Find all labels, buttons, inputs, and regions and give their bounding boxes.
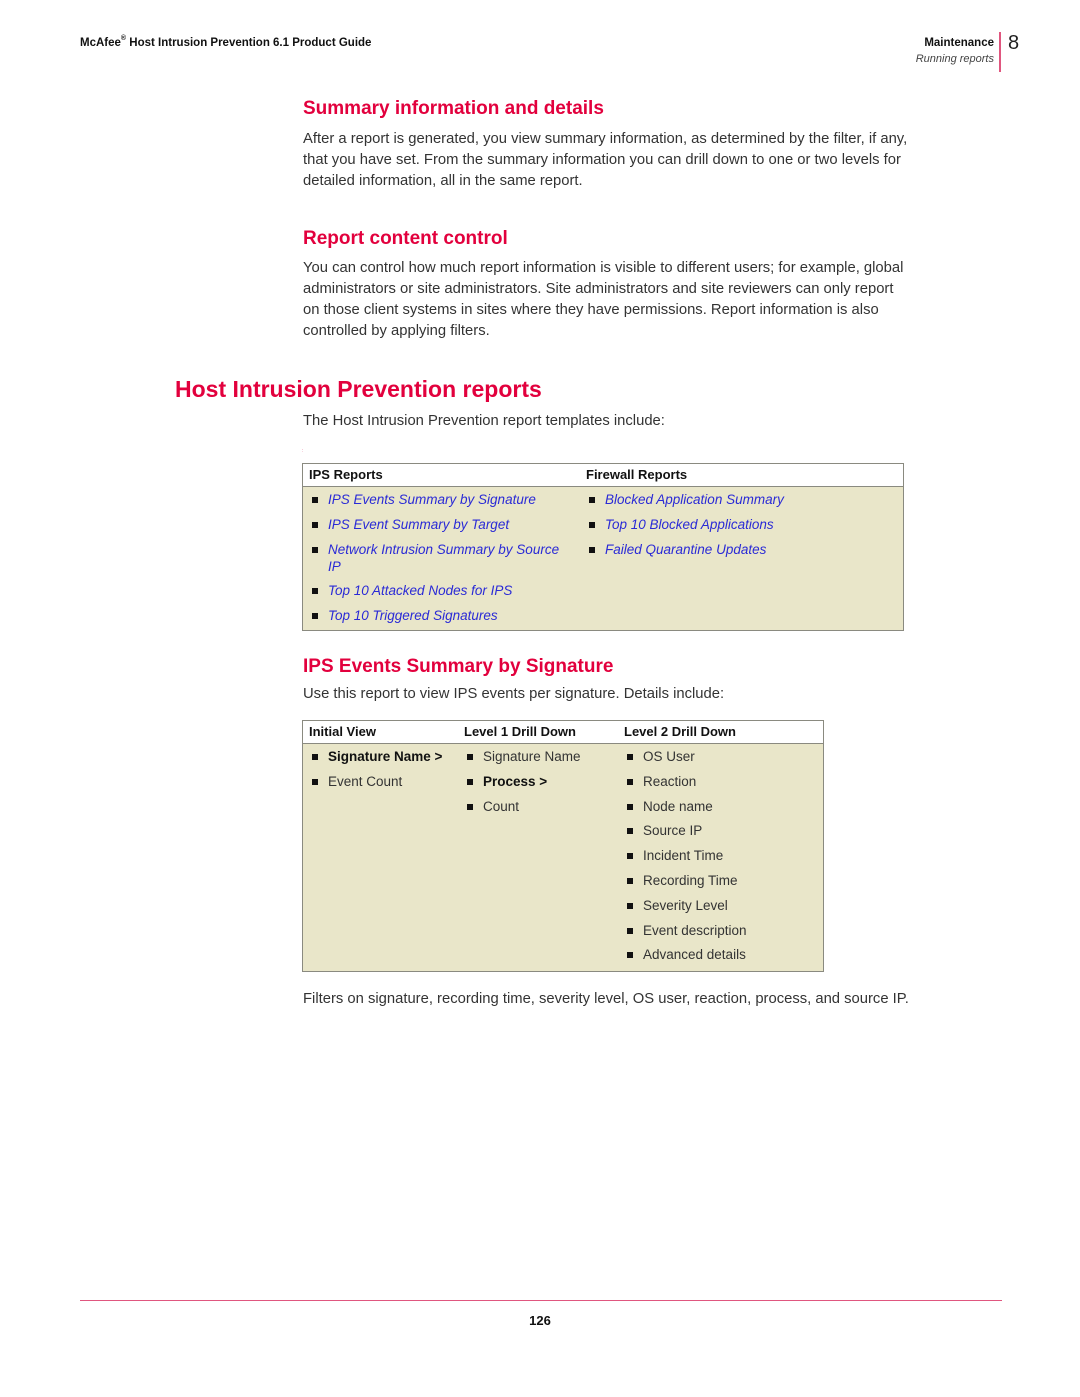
subsection-name: Running reports [915,53,994,65]
table-header-row: Initial View Level 1 Drill Down Level 2 … [302,720,824,744]
link-failed-quarantine-updates[interactable]: Failed Quarantine Updates [605,542,766,557]
column-header-ips: IPS Reports [302,463,580,487]
link-top10-triggered-signatures[interactable]: Top 10 Triggered Signatures [328,608,498,623]
link-top10-attacked-nodes[interactable]: Top 10 Attacked Nodes for IPS [328,583,512,598]
initial-view-list: Signature Name > Event Count [309,748,452,790]
list-item: Recording Time [624,872,817,889]
level2-list: OS User Reaction Node name Source IP Inc… [624,748,817,963]
filters-text: Filters on signature, recording time, se… [303,991,909,1007]
list-item: Reaction [624,773,817,790]
link-network-intrusion-summary[interactable]: Network Intrusion Summary by Source IP [328,542,559,574]
list-item: Incident Time [624,847,817,864]
ips-events-heading: IPS Events Summary by Signature [303,656,614,677]
drill-down-table: Initial View Level 1 Drill Down Level 2 … [302,720,824,973]
content-control-heading: Report content control [303,228,508,249]
list-item: Severity Level [624,897,817,914]
summary-body: After a report is generated, you view su… [303,131,908,189]
link-top10-blocked-applications[interactable]: Top 10 Blocked Applications [605,517,774,532]
list-item: IPS Events Summary by Signature [309,491,574,508]
header-divider [999,32,1001,72]
brand-name: McAfee [80,37,121,49]
page-number: 126 [529,1313,551,1328]
table-row: Signature Name > Event Count Signature N… [302,743,824,972]
level1-cell: Signature Name Process > Count [458,743,618,972]
list-item: Event description [624,922,817,939]
chapter-number: 8 [1008,32,1020,54]
hip-reports-heading: Host Intrusion Prevention reports [175,376,542,402]
list-item: Failed Quarantine Updates [586,541,897,558]
ips-reports-cell: IPS Events Summary by Signature IPS Even… [302,486,580,631]
firewall-reports-cell: Blocked Application Summary Top 10 Block… [580,486,904,631]
marker-dot: : [302,448,304,454]
table-row: IPS Events Summary by Signature IPS Even… [302,486,904,631]
table-header-row: IPS Reports Firewall Reports [302,463,904,487]
list-item: Advanced details [624,946,817,963]
list-item: Count [464,798,612,815]
running-header: Maintenance Running reports [916,37,994,65]
link-ips-event-summary-by-target[interactable]: IPS Event Summary by Target [328,517,509,532]
list-item: Signature Name > [309,748,452,765]
initial-view-cell: Signature Name > Event Count [302,743,458,972]
footer-rule [80,1300,1002,1301]
document-title: McAfee® Host Intrusion Prevention 6.1 Pr… [80,35,372,49]
list-item: OS User [624,748,817,765]
ips-events-intro: Use this report to view IPS events per s… [303,686,725,702]
hip-reports-intro: The Host Intrusion Prevention report tem… [303,413,665,429]
list-item: Process > [464,773,612,790]
list-item: Node name [624,798,817,815]
list-item: Top 10 Attacked Nodes for IPS [309,582,574,599]
list-item: Source IP [624,822,817,839]
ips-reports-list: IPS Events Summary by Signature IPS Even… [309,491,574,624]
list-item: IPS Event Summary by Target [309,516,574,533]
level2-cell: OS User Reaction Node name Source IP Inc… [618,743,824,972]
report-templates-table: IPS Reports Firewall Reports IPS Events … [302,463,904,632]
column-header-level2: Level 2 Drill Down [618,720,824,744]
column-header-firewall: Firewall Reports [580,463,904,487]
content-control-body: You can control how much report informat… [303,260,904,339]
link-blocked-application-summary[interactable]: Blocked Application Summary [605,492,784,507]
column-header-level1: Level 1 Drill Down [458,720,618,744]
list-item: Top 10 Blocked Applications [586,516,897,533]
list-item: Blocked Application Summary [586,491,897,508]
link-ips-events-summary-by-signature[interactable]: IPS Events Summary by Signature [328,492,536,507]
list-item: Event Count [309,773,452,790]
summary-heading: Summary information and details [303,98,604,119]
firewall-reports-list: Blocked Application Summary Top 10 Block… [586,491,897,558]
list-item: Network Intrusion Summary by Source IP [309,541,574,575]
list-item: Top 10 Triggered Signatures [309,607,574,624]
registered-mark: ® [120,35,127,42]
list-item: Signature Name [464,748,612,765]
guide-title: Host Intrusion Prevention 6.1 Product Gu… [126,37,372,49]
column-header-initial-view: Initial View [302,720,458,744]
level1-list: Signature Name Process > Count [464,748,612,815]
section-name: Maintenance [924,37,994,49]
